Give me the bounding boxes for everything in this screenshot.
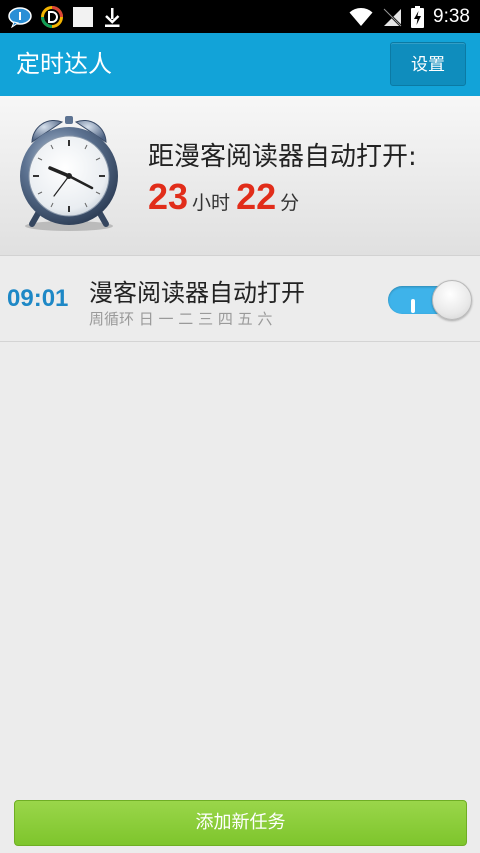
no-signal-icon	[383, 7, 402, 27]
toggle-knob	[432, 280, 472, 320]
chat-bubble-icon	[8, 6, 32, 28]
task-title: 漫客阅读器自动打开	[89, 279, 305, 307]
wifi-icon	[349, 7, 373, 26]
task-repeat-days: 周循环 日 一 二 三 四 五 六	[89, 310, 273, 328]
alarm-clock-icon	[20, 116, 118, 231]
countdown-title: 距漫客阅读器自动打开:	[148, 142, 417, 172]
add-task-button[interactable]: 添加新任务	[14, 800, 467, 846]
countdown-remaining: 23 小时 22 分	[148, 176, 305, 218]
toggle-on-mark-icon	[411, 299, 415, 313]
status-bar: 9:38	[0, 0, 480, 33]
screen: 9:38 定时达人 设置 距漫客阅读器自动打开: 23 小时 22 分 09:0…	[0, 0, 480, 853]
task-enable-toggle[interactable]	[388, 280, 472, 320]
app-bar: 定时达人 设置	[0, 33, 480, 96]
countdown-hours-unit: 小时	[192, 192, 231, 214]
task-time: 09:01	[7, 285, 69, 312]
app-title: 定时达人	[16, 50, 112, 78]
status-bar-notifications	[8, 4, 121, 29]
d-circle-icon	[41, 5, 63, 28]
countdown-panel: 距漫客阅读器自动打开: 23 小时 22 分	[0, 96, 480, 256]
white-square-icon	[73, 6, 93, 27]
status-bar-system: 9:38	[349, 0, 470, 33]
settings-button[interactable]: 设置	[390, 42, 466, 86]
download-icon	[105, 7, 120, 27]
status-bar-time: 9:38	[433, 5, 470, 27]
countdown-minutes: 22	[236, 176, 277, 217]
task-row[interactable]: 09:01 漫客阅读器自动打开 周循环 日 一 二 三 四 五 六	[0, 256, 480, 342]
countdown-minutes-unit: 分	[280, 192, 300, 214]
countdown-hours: 23	[148, 176, 189, 217]
battery-charging-icon	[411, 5, 425, 28]
